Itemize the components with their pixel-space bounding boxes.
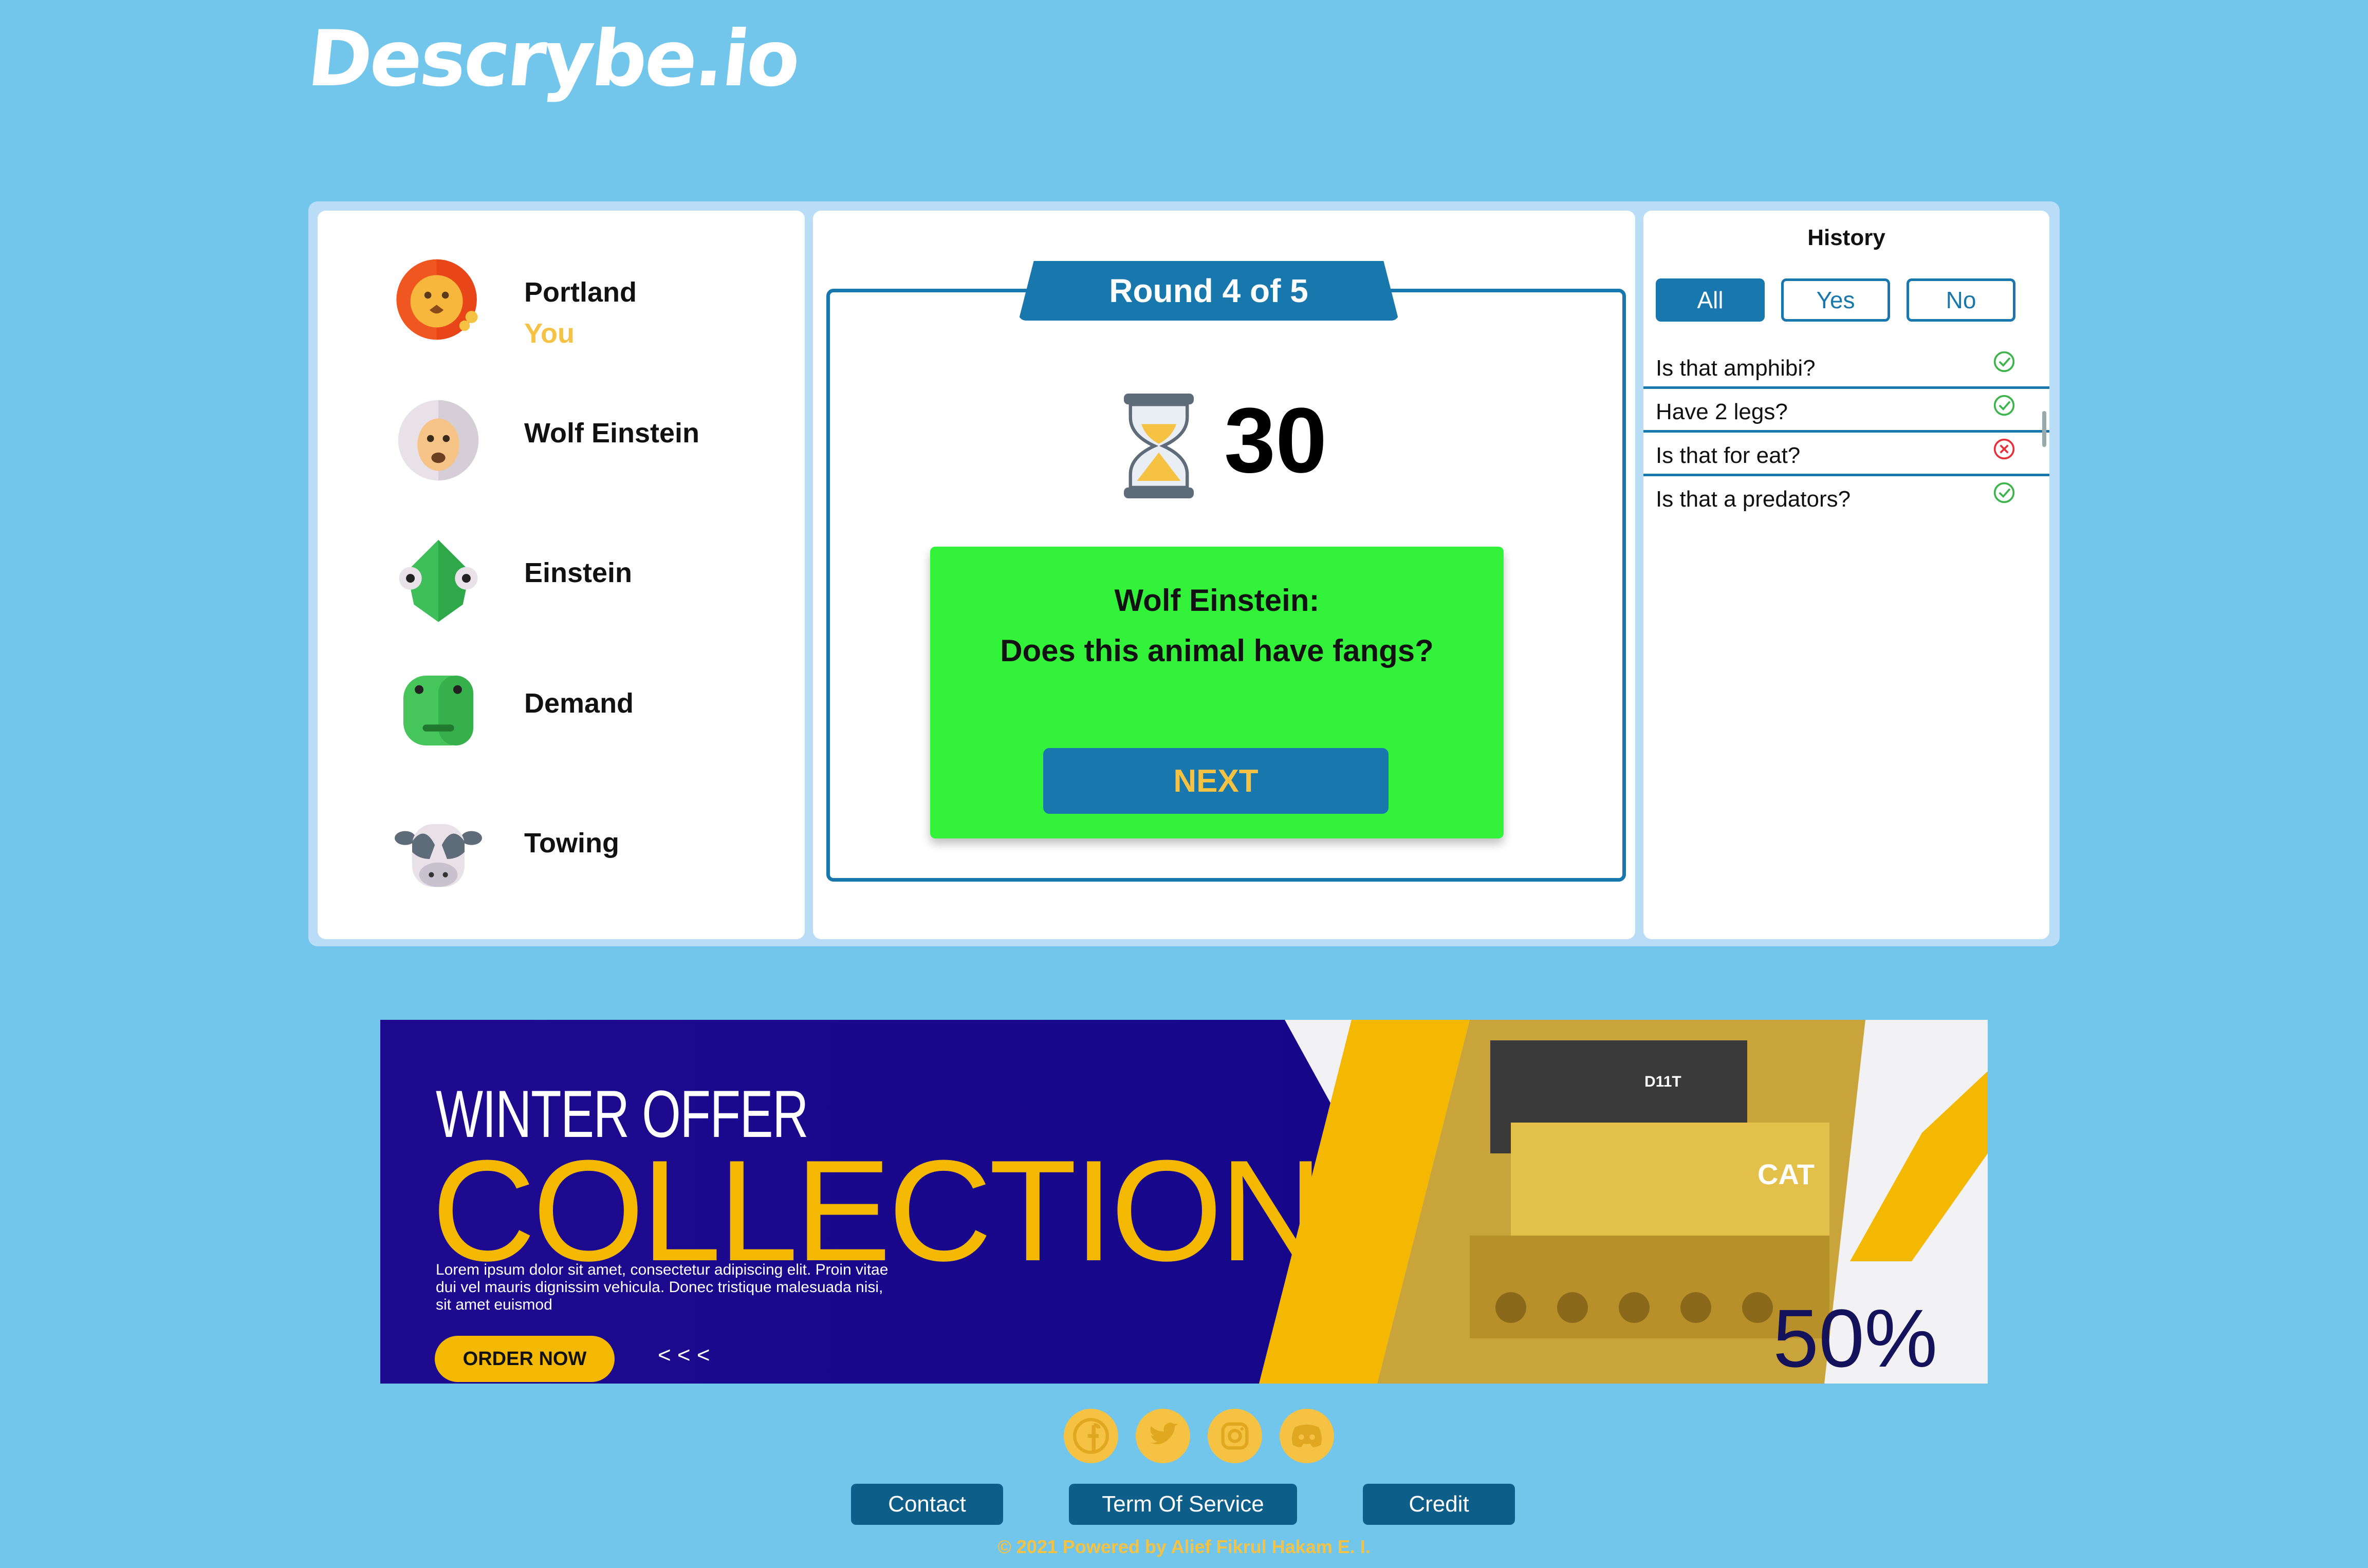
game-panel: Round 4 of 5 30 Wolf Einstein: Does this…: [813, 211, 1635, 939]
cross-icon: [1993, 438, 2015, 460]
check-icon: [1993, 394, 2015, 417]
order-now-button[interactable]: ORDER NOW: [435, 1336, 615, 1382]
round-indicator: Round 4 of 5: [1019, 261, 1399, 321]
check-icon: [1993, 350, 2015, 373]
player-item: Towing: [395, 807, 795, 899]
history-question: Is that amphibi?: [1656, 356, 1816, 381]
hourglass-icon: [1115, 389, 1202, 502]
question-card: Wolf Einstein: Does this animal have fan…: [930, 547, 1504, 838]
player-item: Portland You: [395, 256, 795, 349]
history-item: Is that a predators?: [1643, 476, 2049, 517]
banner-body: Lorem ipsum dolor sit amet, consectetur …: [436, 1261, 889, 1313]
game-container: Portland You Wolf Einstein Einstein Dema…: [308, 201, 2060, 946]
banner-arrows: < < <: [658, 1342, 710, 1368]
history-item: Have 2 legs?: [1643, 389, 2049, 433]
history-list: Is that amphibi? Have 2 legs? Is that fo…: [1643, 345, 2049, 517]
copyright-text: © 2021 Powered by Alief Fikrul Hakam E. …: [997, 1536, 1371, 1557]
history-item: Is that for eat?: [1643, 433, 2049, 476]
chameleon-icon: [395, 536, 482, 624]
check-icon: [1993, 481, 2015, 504]
facebook-icon[interactable]: [1064, 1409, 1118, 1463]
timer-value: 30: [1224, 389, 1327, 492]
history-panel: History All Yes No Is that amphibi? Have…: [1643, 211, 2049, 939]
banner-photo-model: D11T: [1644, 1073, 1681, 1090]
banner-discount: 50%: [1773, 1292, 1938, 1384]
player-name: Einstein: [524, 557, 633, 588]
question-text: Does this animal have fangs?: [1000, 633, 1434, 668]
history-question: Have 2 legs?: [1656, 399, 1788, 424]
banner-photo-cat: CAT: [1757, 1158, 1815, 1190]
player-item: Einstein: [395, 536, 795, 629]
terms-of-service-link[interactable]: Term Of Service: [1069, 1484, 1297, 1525]
history-question: Is that for eat?: [1656, 443, 1801, 468]
player-name: Demand: [524, 688, 634, 719]
history-item: Is that amphibi?: [1643, 345, 2049, 389]
instagram-icon[interactable]: [1208, 1409, 1262, 1463]
player-item: Demand: [395, 667, 795, 759]
you-label: You: [524, 318, 575, 349]
app-logo[interactable]: Descrybe.io: [304, 14, 803, 104]
ad-banner[interactable]: CAT D11T WINTER OFFER COLLECTION Lorem i…: [380, 1020, 1988, 1384]
player-name: Portland: [524, 277, 637, 308]
lion-icon: [395, 256, 482, 343]
frog-icon: [395, 667, 482, 754]
contact-link[interactable]: Contact: [851, 1484, 1003, 1525]
sheep-icon: [395, 397, 482, 484]
twitter-icon[interactable]: [1136, 1409, 1190, 1463]
history-scrollbar[interactable]: [2042, 411, 2046, 447]
discord-icon[interactable]: [1280, 1409, 1334, 1463]
player-name: Towing: [524, 828, 619, 858]
player-item: Wolf Einstein: [395, 397, 795, 489]
player-name: Wolf Einstein: [524, 418, 700, 449]
filter-all-button[interactable]: All: [1656, 278, 1765, 322]
history-question: Is that a predators?: [1656, 487, 1851, 512]
question-asker: Wolf Einstein:: [1114, 583, 1320, 618]
filter-yes-button[interactable]: Yes: [1781, 278, 1890, 322]
cow-icon: [395, 807, 482, 894]
players-panel: Portland You Wolf Einstein Einstein Dema…: [318, 211, 805, 939]
history-title: History: [1807, 225, 1885, 250]
credit-link[interactable]: Credit: [1363, 1484, 1515, 1525]
next-button[interactable]: NEXT: [1043, 748, 1389, 814]
filter-no-button[interactable]: No: [1907, 278, 2015, 322]
